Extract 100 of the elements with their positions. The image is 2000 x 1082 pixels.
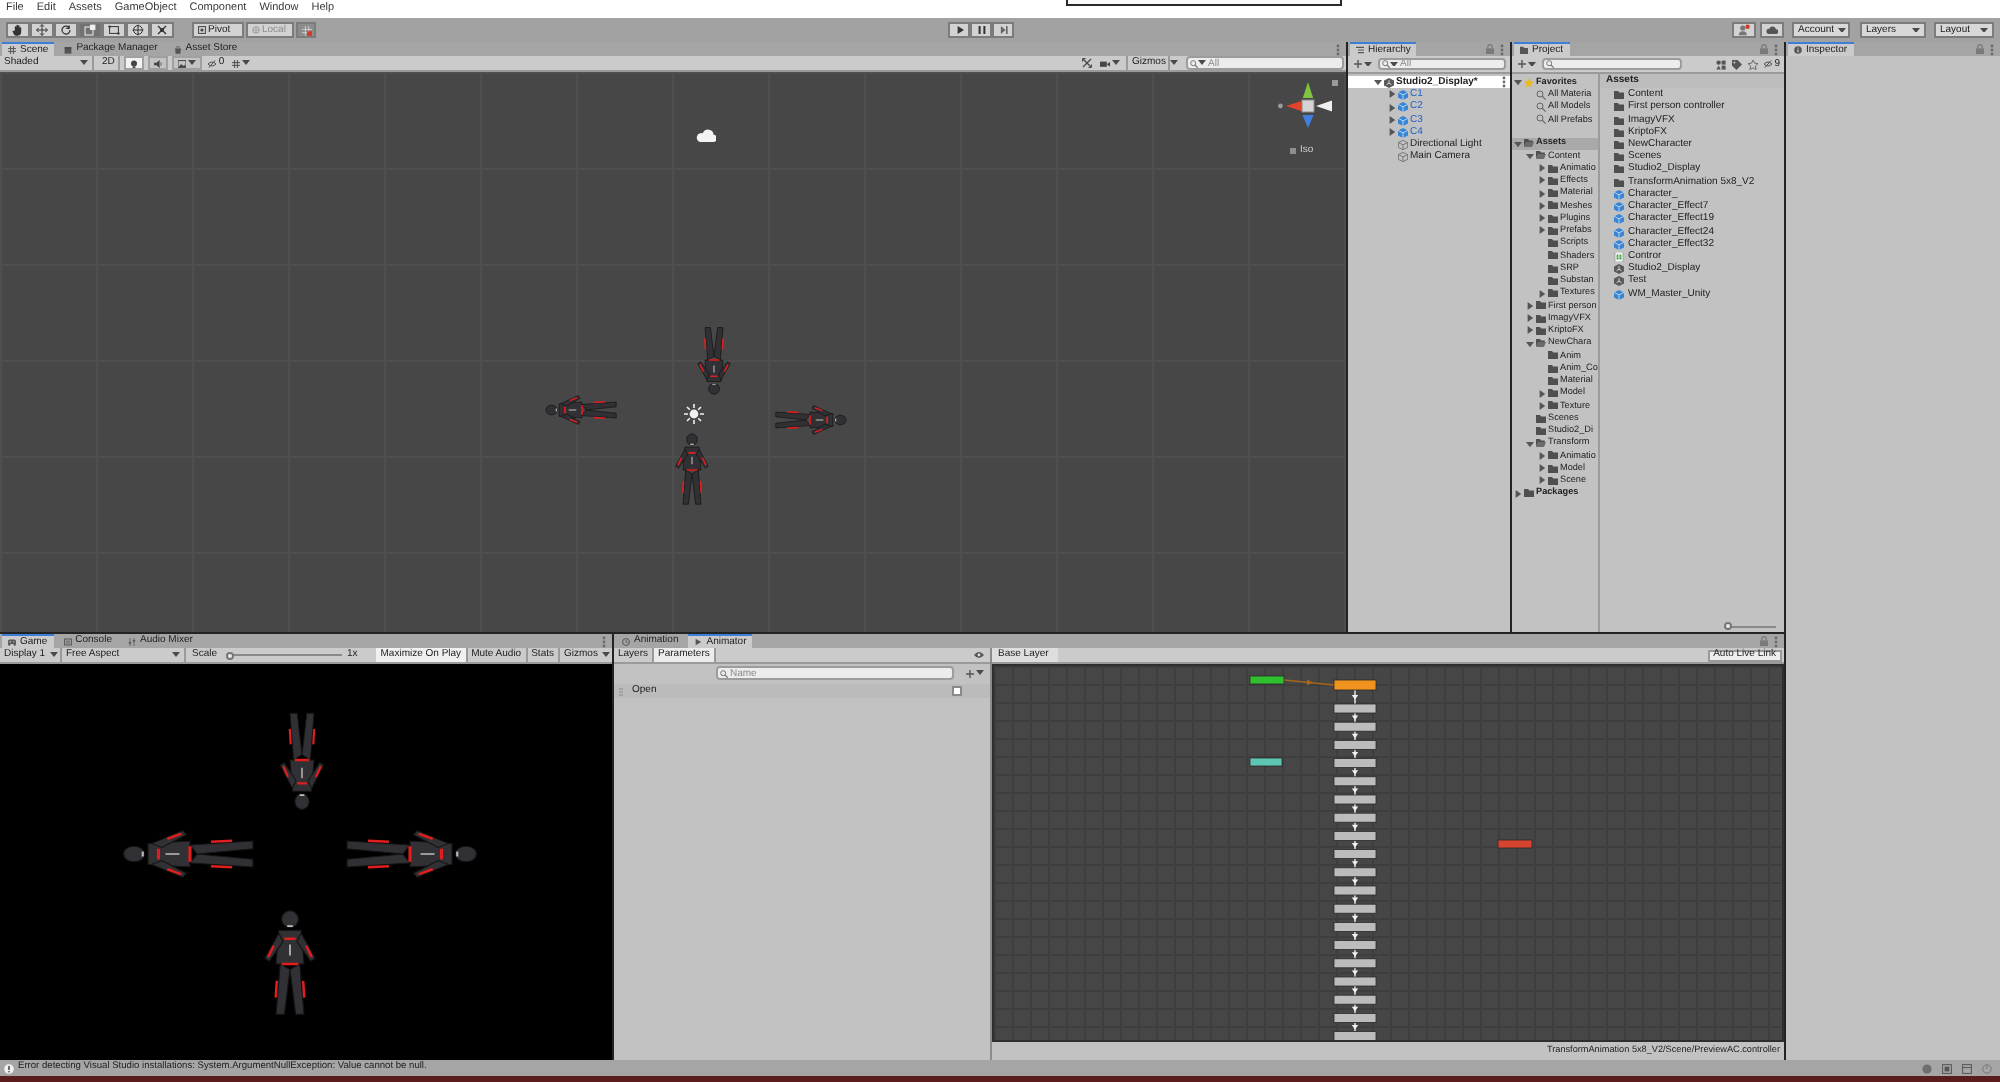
state-node[interactable]	[1333, 1013, 1377, 1023]
axis-gizmo[interactable]	[1278, 80, 1338, 130]
label-filter-button[interactable]	[1732, 57, 1743, 71]
state-node[interactable]	[1333, 994, 1377, 1005]
character-model	[544, 394, 620, 426]
caret-icon	[49, 652, 58, 658]
state-node[interactable]	[1333, 903, 1377, 914]
caret-icon	[1112, 60, 1120, 66]
disclosure-arrow-icon[interactable]	[1514, 489, 1522, 498]
disclosure-arrow-icon[interactable]	[1538, 289, 1546, 298]
disclosure-arrow-icon[interactable]	[1388, 116, 1396, 125]
open-folder-icon	[1536, 438, 1546, 449]
hand-tool-button[interactable]	[6, 22, 30, 38]
type-filter-button[interactable]	[1716, 57, 1727, 71]
cloud-button[interactable]	[1760, 22, 1784, 38]
grid-snap-button[interactable]	[296, 22, 316, 38]
disclosure-arrow-icon[interactable]	[1374, 78, 1382, 87]
slider-thumb[interactable]	[225, 651, 234, 659]
disclosure-arrow-icon[interactable]	[1538, 226, 1546, 235]
collab-button[interactable]	[1732, 22, 1756, 38]
camera-button[interactable]	[1098, 56, 1122, 70]
gamepad-icon	[8, 638, 16, 646]
character-model	[696, 324, 732, 396]
caret-icon	[172, 652, 180, 658]
state-node[interactable]	[1333, 703, 1377, 714]
state-node[interactable]	[1333, 758, 1377, 768]
scale-slider[interactable]	[225, 651, 342, 659]
state-node[interactable]	[1333, 776, 1377, 787]
disclosure-arrow-icon[interactable]	[1526, 339, 1534, 348]
create-button[interactable]	[964, 666, 986, 680]
favorite-button[interactable]	[1748, 57, 1759, 71]
state-node[interactable]	[1333, 679, 1377, 691]
state-node[interactable]	[1333, 958, 1377, 969]
scale-tool-button[interactable]	[78, 22, 102, 38]
visibility-button[interactable]	[974, 648, 984, 662]
transform-tool-button[interactable]	[126, 22, 150, 38]
disclosure-arrow-icon[interactable]	[1514, 139, 1522, 148]
state-node[interactable]	[1333, 976, 1377, 987]
state-node[interactable]	[1333, 922, 1377, 932]
lighting-toggle-button[interactable]	[124, 56, 145, 70]
disclosure-arrow-icon[interactable]	[1388, 90, 1396, 99]
project-search-field[interactable]	[1542, 57, 1682, 71]
hand-icon	[12, 24, 24, 36]
search-icon	[1381, 60, 1389, 68]
disclosure-arrow-icon[interactable]	[1538, 189, 1546, 198]
effects-toggle-button[interactable]	[172, 56, 203, 70]
state-node[interactable]	[1333, 794, 1377, 805]
caret-icon	[1364, 61, 1372, 67]
state-node[interactable]	[1333, 740, 1377, 750]
disclosure-arrow-icon[interactable]	[1538, 476, 1546, 485]
disclosure-arrow-icon[interactable]	[1538, 176, 1546, 185]
state-node[interactable]	[1333, 867, 1377, 878]
any-state-node[interactable]	[1249, 757, 1283, 767]
play-button[interactable]	[948, 22, 970, 38]
open-folder-icon	[1536, 338, 1546, 349]
disclosure-arrow-icon[interactable]	[1388, 128, 1396, 137]
caret-icon	[1169, 60, 1178, 66]
disclosure-arrow-icon[interactable]	[1538, 401, 1546, 410]
custom-tool-button[interactable]	[150, 22, 174, 38]
disclosure-arrow-icon[interactable]	[1538, 201, 1546, 210]
window-icon[interactable]	[1962, 1063, 1972, 1073]
state-node[interactable]	[1333, 940, 1377, 950]
character-model	[340, 828, 480, 880]
state-node[interactable]	[1333, 812, 1377, 823]
disclosure-arrow-icon[interactable]	[1538, 389, 1546, 398]
state-node[interactable]	[1333, 885, 1377, 896]
state-node[interactable]	[1333, 831, 1377, 841]
camera-icon	[1100, 59, 1110, 67]
disclosure-arrow-icon[interactable]	[1526, 314, 1534, 323]
exit-node[interactable]	[1497, 839, 1533, 849]
disclosure-arrow-icon[interactable]	[1526, 326, 1534, 335]
tools-button[interactable]	[1080, 56, 1094, 70]
audio-toggle-button[interactable]	[148, 56, 169, 70]
disclosure-arrow-icon[interactable]	[1538, 451, 1546, 460]
create-button[interactable]	[1516, 57, 1538, 71]
move-tool-button[interactable]	[30, 22, 54, 38]
disclosure-arrow-icon[interactable]	[1526, 151, 1534, 160]
rect-tool-button[interactable]	[102, 22, 126, 38]
rotate-tool-button[interactable]	[54, 22, 78, 38]
state-node[interactable]	[1333, 849, 1377, 859]
entry-node[interactable]	[1249, 675, 1285, 685]
icon-size-slider[interactable]	[1724, 622, 1776, 630]
disclosure-arrow-icon[interactable]	[1514, 78, 1522, 87]
state-node[interactable]	[1333, 721, 1377, 732]
disclosure-arrow-icon[interactable]	[1388, 103, 1396, 112]
step-button[interactable]	[992, 22, 1014, 38]
pause-button[interactable]	[970, 22, 992, 38]
caret-icon	[1838, 27, 1847, 33]
disclosure-arrow-icon[interactable]	[1538, 464, 1546, 473]
disclosure-arrow-icon[interactable]	[1538, 214, 1546, 223]
state-node[interactable]	[1333, 1031, 1377, 1040]
disclosure-arrow-icon[interactable]	[1538, 164, 1546, 173]
square-icon[interactable]	[1942, 1063, 1952, 1073]
disclosure-arrow-icon[interactable]	[1526, 301, 1534, 310]
grid-button[interactable]	[230, 56, 253, 70]
disclosure-arrow-icon[interactable]	[1526, 439, 1534, 448]
script-file-icon	[1614, 251, 1624, 262]
create-button[interactable]	[1352, 57, 1374, 71]
slider-thumb[interactable]	[1724, 622, 1732, 630]
checkbox[interactable]	[952, 686, 962, 696]
